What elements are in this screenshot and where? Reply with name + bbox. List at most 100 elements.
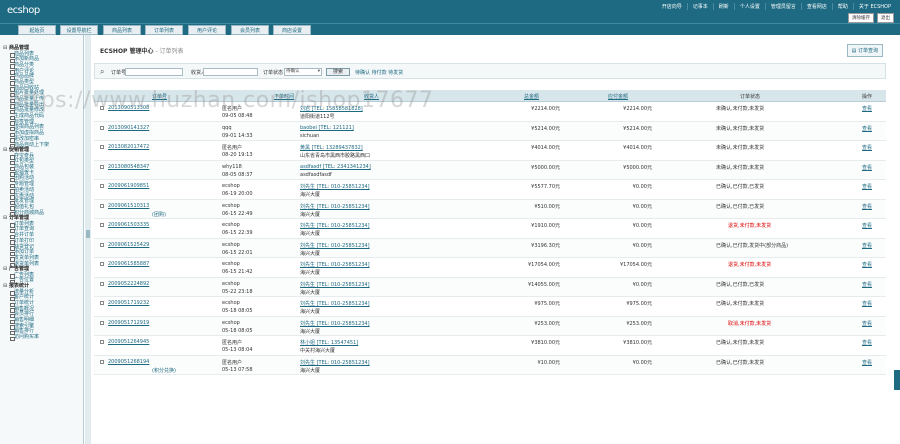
consignee-link[interactable]: 林小姐 [TEL: 13547451] (300, 339, 358, 346)
order-sn-link[interactable]: 2009051712919 (108, 320, 149, 326)
order-time: 06-15 21:42 (222, 269, 253, 275)
consignee-link[interactable]: 刘先生 [TEL: 010-25851234] (300, 183, 370, 190)
status-quick-links[interactable]: 待确认 待付款 待发货 (355, 69, 403, 76)
row-checkbox[interactable] (100, 262, 104, 266)
row-checkbox[interactable] (100, 223, 104, 227)
order-query-button[interactable]: ▤ 订单查询 (846, 44, 883, 57)
row-checkbox[interactable] (100, 184, 104, 188)
top-link[interactable]: 记事本 (688, 3, 714, 10)
row-checkbox[interactable] (100, 320, 104, 325)
row-checkbox[interactable] (100, 359, 104, 364)
consignee-input[interactable] (203, 68, 258, 76)
view-link[interactable]: 查看 (862, 183, 872, 190)
order-sn-link[interactable]: 2009051719232 (108, 300, 149, 306)
consignee-link[interactable]: 刘先生 [TEL: 010-25851234] (300, 203, 370, 210)
row-checkbox[interactable] (100, 125, 104, 130)
row-checkbox[interactable] (100, 203, 104, 208)
order-sn-link[interactable]: 2013082017472 (108, 144, 149, 150)
view-link[interactable]: 查看 (862, 281, 872, 288)
order-sn-link[interactable]: 2009051264945 (108, 339, 149, 345)
row-checkbox[interactable] (100, 145, 104, 149)
sidebar-item[interactable]: 广告位置 (0, 278, 83, 285)
buyer-name: ecshop (222, 183, 240, 189)
nav-tab[interactable]: 会员列表 (231, 25, 269, 35)
order-status: 已确认,未付款,未发货 (716, 340, 765, 346)
consignee-link[interactable]: 刘先生 [TEL: 010-25851234] (300, 222, 370, 229)
consignee-link[interactable]: 刘先生 [TEL: 010-25851234] (300, 300, 370, 307)
consignee-link[interactable]: asdfasdf [TEL: 2341341234] (300, 164, 371, 170)
consignee-link[interactable]: 刘先生 [TEL: 010-25851234] (300, 281, 370, 288)
search-icon: ⌕ (100, 67, 105, 76)
sn-label: 订单号 (111, 70, 127, 76)
order-sn-link[interactable]: 2009061525429 (108, 242, 149, 248)
logout-button[interactable]: 退出 (877, 13, 894, 23)
view-link[interactable]: 查看 (862, 242, 872, 249)
view-link[interactable]: 查看 (862, 222, 872, 229)
view-link[interactable]: 查看 (862, 164, 872, 171)
buyer-name: ecshop (222, 202, 240, 209)
table-body: 2013090513308 匿名用户 09-05 08:48 刘岩 [TEL: 158… (94, 102, 886, 375)
nav-tab[interactable]: 起始页 (18, 25, 56, 35)
sidebar-item[interactable]: 退货单列表 (0, 261, 83, 268)
sidebar-item[interactable]: 商品自动上下架 (0, 142, 83, 149)
order-sn-link[interactable]: 2009052224892 (108, 281, 149, 287)
buyer-name: ecshop (222, 280, 240, 287)
row-checkbox[interactable] (100, 281, 104, 286)
view-link[interactable]: 查看 (862, 144, 872, 151)
top-link[interactable]: 开店向导 (657, 3, 688, 10)
order-sn-link[interactable]: 2009051268194 (108, 359, 149, 365)
nav-tab[interactable]: 商品列表 (103, 25, 141, 35)
order-sn-link[interactable]: 2009061510313 (108, 203, 149, 209)
top-link[interactable]: 个人设置 (735, 3, 766, 10)
top-link[interactable]: 帮助 (833, 3, 854, 10)
side-tool-tab[interactable] (894, 370, 900, 390)
row-checkbox[interactable] (100, 164, 104, 169)
view-link[interactable]: 查看 (862, 261, 872, 268)
view-link[interactable]: 查看 (862, 339, 872, 346)
nav-tab[interactable]: 设置导航栏 (60, 25, 98, 35)
view-link[interactable]: 查看 (862, 125, 872, 132)
order-sn-link[interactable]: 2009061909851 (108, 183, 149, 189)
row-checkbox[interactable] (100, 301, 104, 305)
consignee-link[interactable]: 黄黑 [TEL: 13289437832] (300, 144, 363, 151)
order-time: 09-01 14:33 (222, 132, 253, 139)
order-time: 05-18 08:05 (222, 327, 253, 334)
search-button[interactable]: 搜索 (326, 68, 350, 76)
view-link[interactable]: 查看 (862, 300, 872, 307)
order-sn-input[interactable] (125, 68, 183, 76)
view-link[interactable]: 查看 (862, 359, 872, 366)
collapse-handle-icon[interactable] (86, 230, 90, 238)
order-sn-link[interactable]: 2013090141327 (108, 125, 149, 131)
view-link[interactable]: 查看 (862, 320, 872, 327)
col-amount[interactable]: 总金额 (524, 93, 539, 100)
top-link[interactable]: 刷新 (714, 3, 735, 10)
col-payable[interactable]: 应付金额 (608, 93, 628, 100)
consignee-link[interactable]: 刘先生 [TEL: 010-25851234] (300, 359, 370, 366)
view-link[interactable]: 查看 (862, 203, 872, 210)
order-sn-link[interactable]: 2013080548347 (108, 164, 149, 170)
consignee-link[interactable]: baobei [TEL: 121121] (300, 125, 354, 131)
clear-cache-button[interactable]: 清除缓存 (848, 13, 874, 23)
nav-tab[interactable]: 订单列表 (145, 25, 183, 35)
consignee-link[interactable]: 刘先生 [TEL: 010-25851234] (300, 261, 370, 268)
row-checkbox[interactable] (100, 242, 104, 247)
order-sn-link[interactable]: 2009061503335 (108, 222, 149, 228)
consignee-link[interactable]: 刘先生 [TEL: 010-25851234] (300, 242, 370, 249)
sidebar-item[interactable]: 访问购买率 (0, 334, 83, 341)
consignee-link[interactable]: 刘先生 [TEL: 010-25851234] (300, 320, 370, 327)
order-time: 06-19 20:00 (222, 191, 253, 197)
table-row: 2009051719232 ecshop 05-18 08:05 刘先生 [TEL: … (94, 297, 886, 317)
nav-tab[interactable]: 商店设置 (273, 25, 311, 35)
top-link[interactable]: 查看网店 (802, 3, 833, 10)
order-time: 05-13 07:58 (222, 366, 253, 373)
ecshop-logo[interactable]: ecshop (7, 5, 40, 16)
top-link[interactable]: 关于 ECSHOP (854, 3, 896, 10)
view-link[interactable]: 查看 (862, 105, 872, 112)
sidebar-item[interactable]: 积分商城商品 (0, 210, 83, 217)
order-sn-link[interactable]: 2009061585887 (108, 261, 149, 267)
nav-tab[interactable]: 用户评论 (188, 25, 226, 35)
consignee-address: 山东省青岛市黑西市胶路黑西口 (300, 153, 371, 159)
row-checkbox[interactable] (100, 340, 104, 344)
status-select[interactable]: 待确认 ▾ (284, 68, 322, 76)
top-link[interactable]: 管理员留言 (766, 3, 802, 10)
